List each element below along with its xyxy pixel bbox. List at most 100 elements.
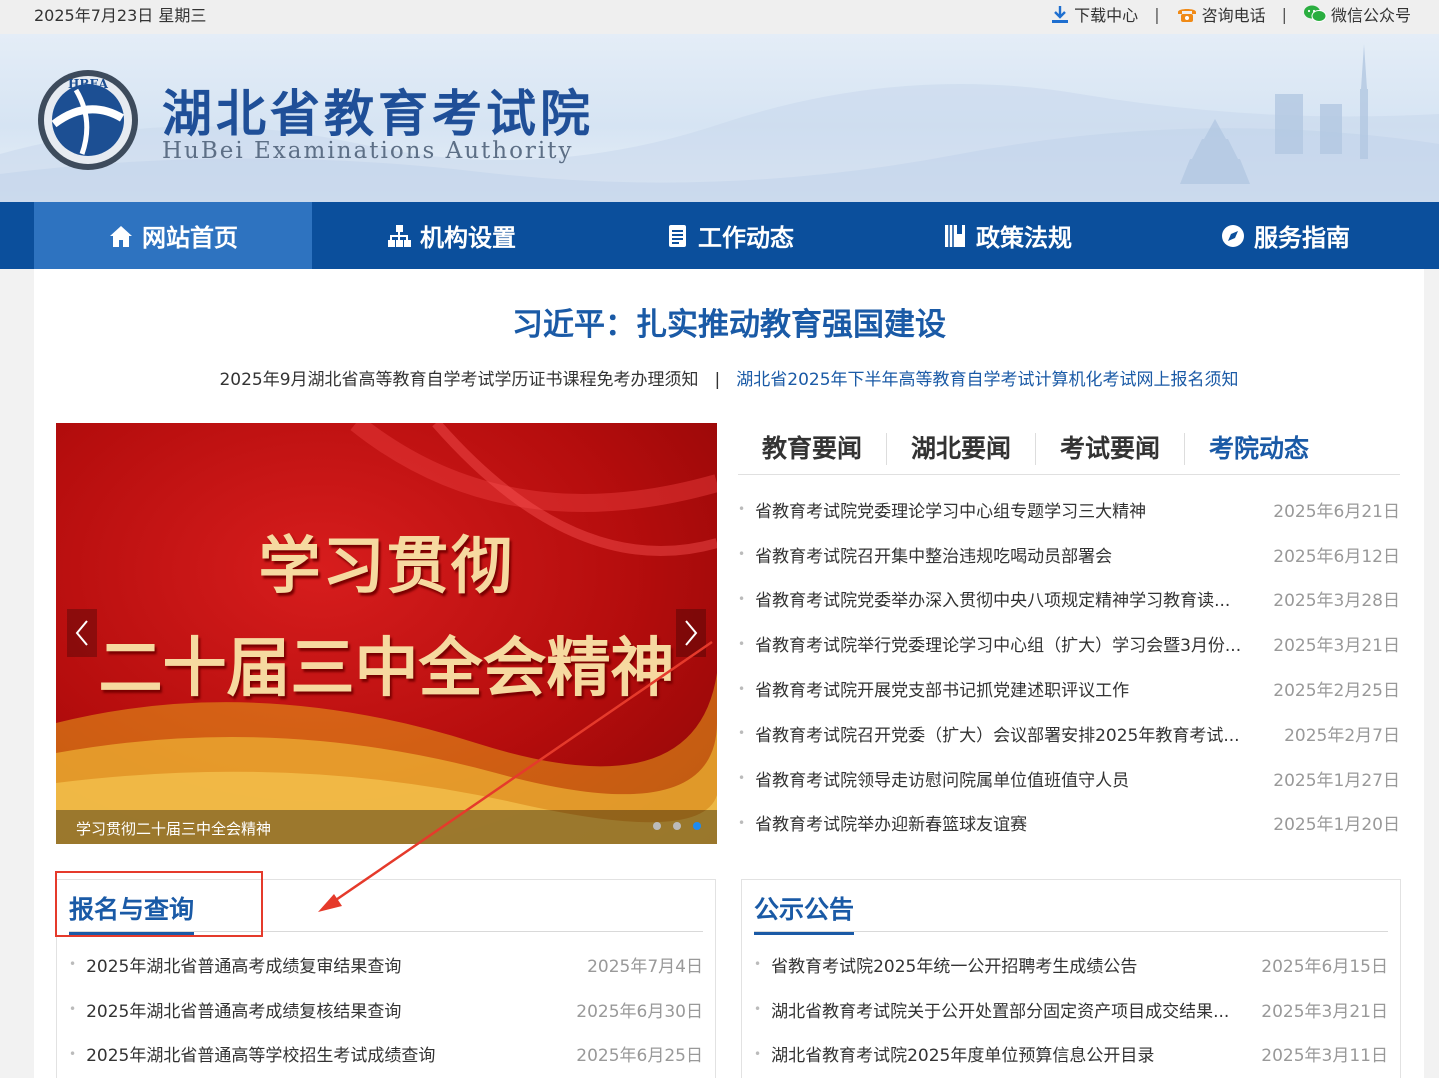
list-item[interactable]: 省教育考试院党委举办深入贯彻中央八项规定精神学习教育读... 2025年3月28日 (738, 577, 1400, 622)
phone-label: 咨询电话 (1201, 6, 1266, 25)
carousel-dots (653, 822, 701, 830)
nav-label: 工作动态 (698, 224, 794, 252)
carousel-dot[interactable] (653, 822, 661, 830)
item-title[interactable]: 省教育考试院2025年统一公开招聘考生成绩公告 (754, 952, 1137, 977)
item-title[interactable]: 湖北省教育考试院关于公开处置部分固定资产项目成交结果... (754, 997, 1229, 1022)
item-title[interactable]: 2025年湖北省普通高考成绩复审结果查询 (69, 952, 401, 977)
notices-title[interactable]: 公示公告 (754, 890, 855, 935)
download-center-link[interactable]: 下载中心 (1050, 2, 1138, 26)
site-subtitle: HuBei Examinations Authority (162, 138, 574, 164)
news-panel: 教育要闻 湖北要闻 考试要闻 考院动态 省教育考试院党委理论学习中心组专题学习三… (738, 429, 1400, 845)
site-title: 湖北省教育考试院 (162, 84, 594, 143)
list-item[interactable]: 省教育考试院召开集中整治违规吃喝动员部署会 2025年6月12日 (738, 532, 1400, 577)
tab-hubei-news[interactable]: 湖北要闻 (887, 433, 1037, 465)
carousel-prev-button[interactable] (67, 609, 97, 657)
item-date: 2025年6月25日 (576, 1046, 703, 1067)
tab-exam-news[interactable]: 考试要闻 (1036, 433, 1186, 465)
nav-label: 政策法规 (976, 224, 1072, 252)
news-title[interactable]: 省教育考试院党委理论学习中心组专题学习三大精神 (738, 497, 1146, 522)
top-separator: | (1281, 4, 1287, 24)
nav-item-organization[interactable]: 机构设置 (312, 202, 590, 269)
top-bar: 2025年7月23日 星期三 下载中心 | 咨询电话 | 微信公众号 (0, 0, 1439, 34)
news-date: 2025年6月12日 (1273, 546, 1400, 567)
tab-education-news[interactable]: 教育要闻 (738, 433, 888, 465)
news-title[interactable]: 省教育考试院举办迎新春篮球友谊赛 (738, 810, 1027, 835)
annotation-highlight-box (55, 871, 263, 937)
wechat-label: 微信公众号 (1330, 6, 1411, 25)
news-title[interactable]: 省教育考试院召开集中整治违规吃喝动员部署会 (738, 542, 1112, 567)
list-item[interactable]: 湖北省教育考试院2025年度单位预算信息公开目录 2025年3月11日 (754, 1032, 1388, 1077)
list-item[interactable]: 2025年湖北省普通高等学校招生考试成绩查询 2025年6月25日 (69, 1032, 703, 1077)
chevron-right-icon (685, 620, 698, 646)
compass-icon (1222, 224, 1244, 247)
news-title[interactable]: 省教育考试院召开党委（扩大）会议部署安排2025年教育考试... (738, 721, 1239, 746)
news-title[interactable]: 省教育考试院举行党委理论学习中心组（扩大）学习会暨3月份... (738, 631, 1241, 656)
carousel-caption[interactable]: 学习贯彻二十届三中全会精神 (56, 810, 717, 844)
download-center-label: 下载中心 (1074, 6, 1139, 25)
notices-section: 公示公告 省教育考试院2025年统一公开招聘考生成绩公告 2025年6月15日 湖… (741, 879, 1401, 1078)
notices-list: 省教育考试院2025年统一公开招聘考生成绩公告 2025年6月15日 湖北省教育考… (754, 942, 1388, 1076)
item-date: 2025年6月30日 (576, 1001, 703, 1022)
main-content: 习近平：扎实推动教育强国建设 2025年9月湖北省高等教育自学考试学历证书课程免… (34, 269, 1424, 1078)
nav-item-service[interactable]: 服务指南 (1146, 202, 1424, 269)
nav-label: 网站首页 (142, 224, 238, 252)
document-icon (669, 224, 686, 247)
news-date: 2025年3月21日 (1273, 636, 1400, 657)
tab-institute-news[interactable]: 考院动态 (1185, 433, 1333, 465)
news-date: 2025年1月20日 (1273, 815, 1400, 836)
headline-link[interactable]: 习近平：扎实推动教育强国建设 (34, 299, 1424, 344)
top-separator: | (1154, 4, 1160, 24)
list-item[interactable]: 省教育考试院开展党支部书记抓党建述职评议工作 2025年2月25日 (738, 666, 1400, 711)
item-date: 2025年7月4日 (587, 956, 703, 977)
list-item[interactable]: 2025年湖北省普通高考成绩复核结果查询 2025年6月30日 (69, 987, 703, 1032)
nav-item-home[interactable]: 网站首页 (34, 202, 312, 269)
list-item[interactable]: 省教育考试院党委理论学习中心组专题学习三大精神 2025年6月21日 (738, 487, 1400, 532)
registration-list: 2025年湖北省普通高考成绩复审结果查询 2025年7月4日 2025年湖北省普通… (69, 942, 703, 1076)
news-date: 2025年3月28日 (1273, 591, 1400, 612)
download-icon (1052, 6, 1069, 23)
image-carousel[interactable]: 学习贯彻 二十届三中全会精神 学习贯彻二十届三中全会精神 (56, 423, 717, 844)
item-title[interactable]: 2025年湖北省普通高考成绩复核结果查询 (69, 997, 401, 1022)
site-header: HBEA 湖北省教育考试院 HuBei Examinations Authori… (0, 34, 1439, 202)
list-item[interactable]: 2025年湖北省普通高考成绩复审结果查询 2025年7月4日 (69, 942, 703, 987)
section-header: 公示公告 (754, 880, 1388, 935)
item-date: 2025年6月15日 (1261, 956, 1388, 977)
sub-headline-right[interactable]: 湖北省2025年下半年高等教育自学考试计算机化考试网上报名须知 (736, 370, 1238, 390)
item-title[interactable]: 2025年湖北省普通高等学校招生考试成绩查询 (69, 1041, 435, 1066)
logo-text: HBEA (68, 77, 109, 91)
slide-title-line1: 学习贯彻 (258, 529, 515, 602)
nav-item-work-news[interactable]: 工作动态 (590, 202, 868, 269)
list-item[interactable]: 省教育考试院领导走访慰问院属单位值班值守人员 2025年1月27日 (738, 756, 1400, 801)
item-title[interactable]: 湖北省教育考试院2025年度单位预算信息公开目录 (754, 1041, 1154, 1066)
news-tabs: 教育要闻 湖北要闻 考试要闻 考院动态 (738, 429, 1400, 475)
book-icon (945, 224, 965, 247)
news-title[interactable]: 省教育考试院领导走访慰问院属单位值班值守人员 (738, 766, 1129, 791)
top-links: 下载中心 | 咨询电话 | 微信公众号 (1050, 2, 1411, 26)
nav-item-policy[interactable]: 政策法规 (868, 202, 1146, 269)
sub-headline-left[interactable]: 2025年9月湖北省高等教育自学考试学历证书课程免考办理须知 (219, 370, 698, 390)
current-date: 2025年7月23日 星期三 (34, 6, 207, 25)
carousel-next-button[interactable] (676, 609, 706, 657)
list-item[interactable]: 省教育考试院举行党委理论学习中心组（扩大）学习会暨3月份... 2025年3月21… (738, 621, 1400, 666)
carousel-dot-active[interactable] (693, 822, 701, 830)
phone-link[interactable]: 咨询电话 (1176, 2, 1266, 26)
home-icon (110, 225, 132, 247)
item-date: 2025年3月11日 (1261, 1046, 1388, 1067)
news-date: 2025年1月27日 (1273, 770, 1400, 791)
item-date: 2025年3月21日 (1261, 1001, 1388, 1022)
news-title[interactable]: 省教育考试院党委举办深入贯彻中央八项规定精神学习教育读... (738, 586, 1230, 611)
nav-label: 机构设置 (420, 224, 516, 252)
wechat-link[interactable]: 微信公众号 (1303, 2, 1411, 26)
list-item[interactable]: 省教育考试院召开党委（扩大）会议部署安排2025年教育考试... 2025年2月7… (738, 711, 1400, 756)
list-item[interactable]: 省教育考试院2025年统一公开招聘考生成绩公告 2025年6月15日 (754, 942, 1388, 987)
carousel-dot[interactable] (673, 822, 681, 830)
news-list: 省教育考试院党委理论学习中心组专题学习三大精神 2025年6月21日 省教育考试院… (738, 487, 1400, 845)
news-date: 2025年6月21日 (1273, 501, 1400, 522)
list-item[interactable]: 省教育考试院举办迎新春篮球友谊赛 2025年1月20日 (738, 801, 1400, 846)
news-title[interactable]: 省教育考试院开展党支部书记抓党建述职评议工作 (738, 676, 1129, 701)
logo-emblem: HBEA (38, 70, 138, 170)
news-date: 2025年2月25日 (1273, 681, 1400, 702)
news-date: 2025年2月7日 (1284, 725, 1400, 746)
list-item[interactable]: 湖北省教育考试院关于公开处置部分固定资产项目成交结果... 2025年3月21日 (754, 987, 1388, 1032)
nav-label: 服务指南 (1254, 224, 1350, 252)
